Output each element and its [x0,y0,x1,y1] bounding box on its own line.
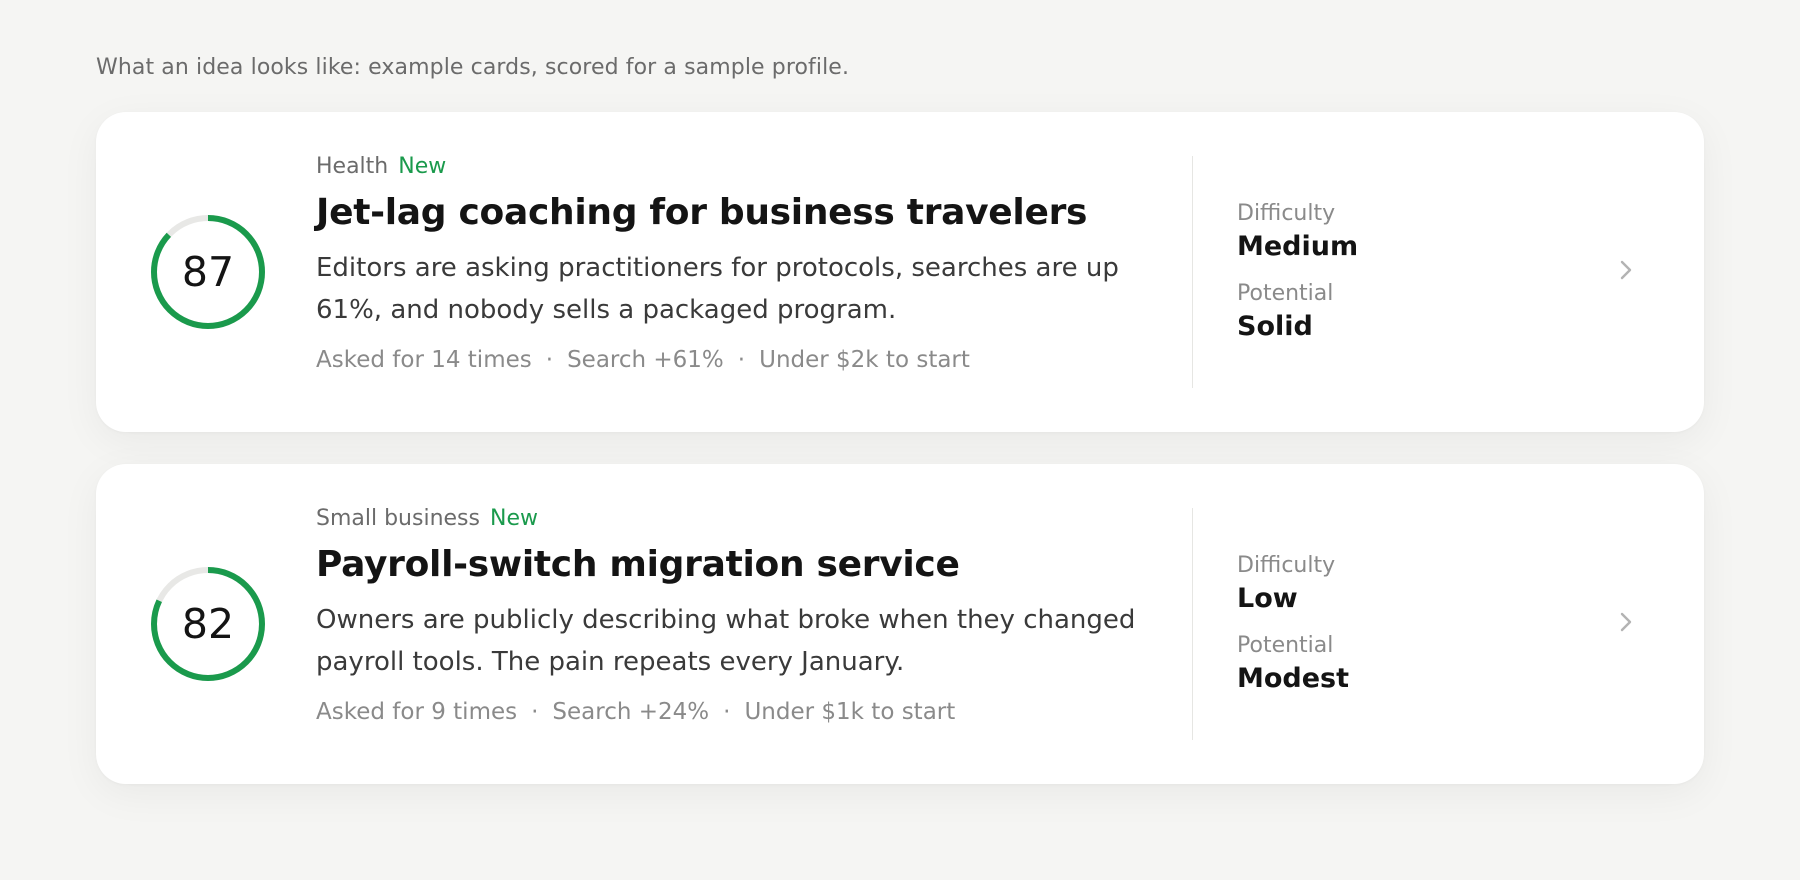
idea-card[interactable]: 82 Small business New Payroll-switch migr… [96,464,1704,784]
idea-content: Small business New Payroll-switch migrati… [316,506,1156,725]
meta-separator: · [531,699,539,725]
vertical-divider [1192,508,1193,740]
idea-description: Editors are asking practitioners for pro… [316,253,1119,325]
score-ring: 87 [148,212,268,332]
idea-title: Payroll-switch migration service [316,544,960,585]
new-badge: New [398,154,447,179]
vertical-divider [1192,156,1193,388]
score-value: 87 [181,248,235,296]
potential-value: Solid [1237,311,1313,342]
idea-ratings: Difficulty Medium Potential Solid [1237,200,1358,360]
idea-title: Jet-lag coaching for business travelers [316,192,1088,233]
idea-description: Owners are publicly describing what brok… [316,605,1136,677]
potential-label: Potential [1237,281,1334,306]
idea-meta: Asked for 14 times · Search +61% · Under $2k… [316,347,1156,373]
meta-startup-cost: Under $1k to start [744,699,956,725]
potential-label: Potential [1237,633,1334,658]
difficulty-label: Difficulty [1237,553,1336,578]
difficulty-value: Medium [1237,231,1359,262]
chevron-right-icon[interactable] [1612,608,1640,636]
intro-text: What an idea looks like: example cards, … [96,55,850,80]
difficulty-label: Difficulty [1237,201,1336,226]
chevron-right-icon[interactable] [1612,256,1640,284]
idea-tagline: Small business New [316,506,1156,536]
meta-asked-count: Asked for 14 times [316,347,532,373]
idea-ratings: Difficulty Low Potential Modest [1237,552,1349,712]
idea-meta: Asked for 9 times · Search +24% · Under $1k … [316,699,1156,725]
category-label: Small business [316,506,480,531]
meta-separator: · [737,347,746,373]
score-ring: 82 [148,564,268,684]
meta-separator: · [723,699,731,725]
meta-separator: · [545,347,554,373]
idea-card[interactable]: 87 Health New Jet-lag coaching for busine… [96,112,1704,432]
idea-tagline: Health New [316,154,1156,184]
meta-asked-count: Asked for 9 times [316,699,518,725]
category-label: Health [316,154,389,179]
difficulty-value: Low [1237,583,1298,614]
meta-search-trend: Search +61% [567,347,724,373]
idea-card-list: 87 Health New Jet-lag coaching for busine… [96,112,1704,816]
new-badge: New [489,506,538,531]
idea-content: Health New Jet-lag coaching for business … [316,154,1156,373]
score-value: 82 [181,600,235,648]
meta-startup-cost: Under $2k to start [759,347,970,373]
potential-value: Modest [1237,663,1350,694]
meta-search-trend: Search +24% [552,699,710,725]
